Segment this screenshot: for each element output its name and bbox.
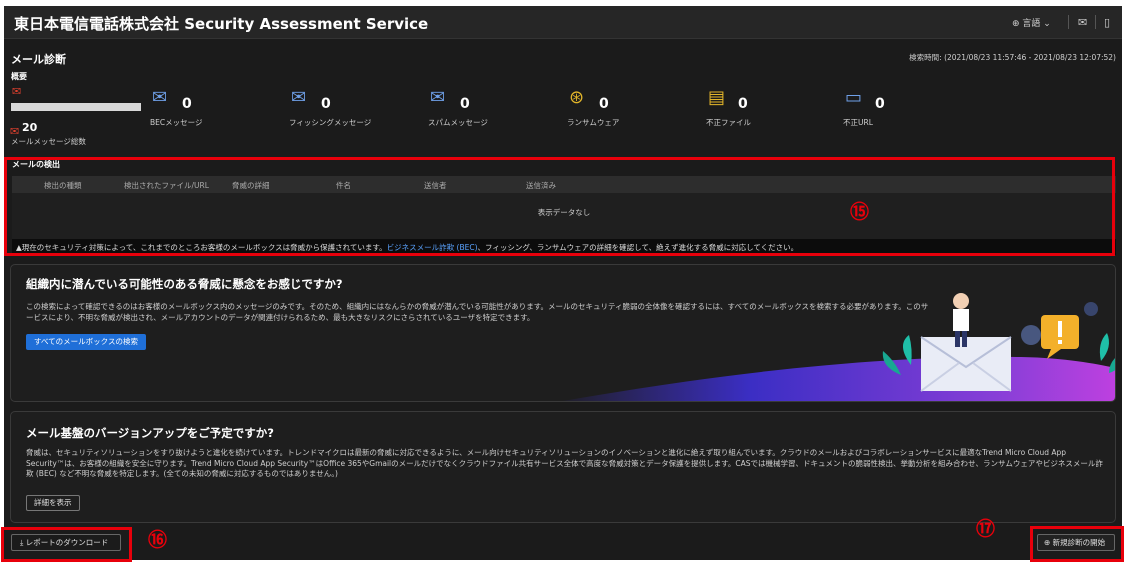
promo-body: この検索によって確認できるのはお客様のメールボックス内のメッセージのみです。その…: [26, 302, 929, 322]
bec-mail-icon: ✉: [152, 87, 168, 108]
stat-label: フィッシングメッセージ: [289, 118, 372, 127]
threat-promo-card: 組織内に潜んでいる可能性のある脅威に懸念をお感じですか? この検索によって確認で…: [10, 264, 1116, 402]
app-root: 東日本電信電話株式会社 Security Assessment Service …: [0, 0, 1124, 562]
stat-value: 0: [875, 96, 885, 112]
upgrade-body: 脅威は、セキュリティソリューションをすり抜けようと進化を続けています。トレンドマ…: [26, 448, 1103, 478]
upgrade-card: メール基盤のバージョンアップをご予定ですか? 脅威は、セキュリティソリューション…: [10, 411, 1116, 523]
ransomware-icon: ⊛: [569, 87, 585, 108]
stat-value: 0: [738, 96, 748, 112]
highlight-box-16: [1, 527, 132, 562]
mail-icon[interactable]: ✉: [1078, 16, 1087, 29]
search-all-mailboxes-button[interactable]: すべてのメールボックスの検索: [26, 334, 146, 350]
mail-threat-illustration: [562, 293, 1115, 401]
top-bar: 東日本電信電話株式会社 Security Assessment Service …: [4, 6, 1122, 39]
language-menu[interactable]: ⊕ 言語 ⌄: [1012, 16, 1051, 29]
total-count: 20: [22, 121, 38, 134]
header-divider: [1095, 15, 1096, 29]
overview-label: 概要: [11, 72, 27, 81]
promo-heading: 組織内に潜んでいる可能性のある脅威に懸念をお感じですか?: [26, 277, 343, 291]
header-divider: [1068, 15, 1069, 29]
total-label: メールメッセージ総数: [11, 137, 86, 146]
stat-value: 0: [460, 96, 470, 112]
malicious-url-icon: ▭: [845, 87, 863, 108]
highlight-box-15: [4, 157, 1115, 256]
stat-label: ランサムウェア: [567, 118, 620, 127]
stat-label: BECメッセージ: [150, 118, 203, 127]
stat-label: 不正URL: [843, 118, 873, 127]
brand-title: 東日本電信電話株式会社 Security Assessment Service: [14, 15, 429, 33]
phishing-mail-icon: ✉: [291, 87, 307, 108]
annotation-mark-16: ⑯: [148, 529, 168, 551]
scan-time: 検索時間: (2021/08/23 11:57:46 - 2021/08/23 …: [909, 53, 1116, 62]
page-title: メール診断: [11, 53, 66, 66]
document-icon[interactable]: ▯: [1104, 16, 1110, 29]
upgrade-heading: メール基盤のバージョンアップをご予定ですか?: [26, 426, 274, 440]
malicious-file-icon: ▤: [708, 87, 726, 108]
stat-value: 0: [321, 96, 331, 112]
redacted-account: [11, 103, 141, 111]
stat-label: 不正ファイル: [706, 118, 751, 127]
spam-mail-icon: ✉: [430, 87, 446, 108]
stat-label: スパムメッセージ: [428, 118, 488, 127]
stat-value: 0: [182, 96, 192, 112]
show-details-button[interactable]: 詳細を表示: [26, 495, 80, 511]
stat-value: 0: [599, 96, 609, 112]
highlight-box-17: [1030, 526, 1124, 562]
annotation-mark-17: ⑰: [976, 518, 996, 540]
app-window: 東日本電信電話株式会社 Security Assessment Service …: [4, 6, 1122, 560]
annotation-mark-15: ⑮: [850, 201, 870, 223]
mailbox-icon: ✉: [12, 85, 22, 98]
